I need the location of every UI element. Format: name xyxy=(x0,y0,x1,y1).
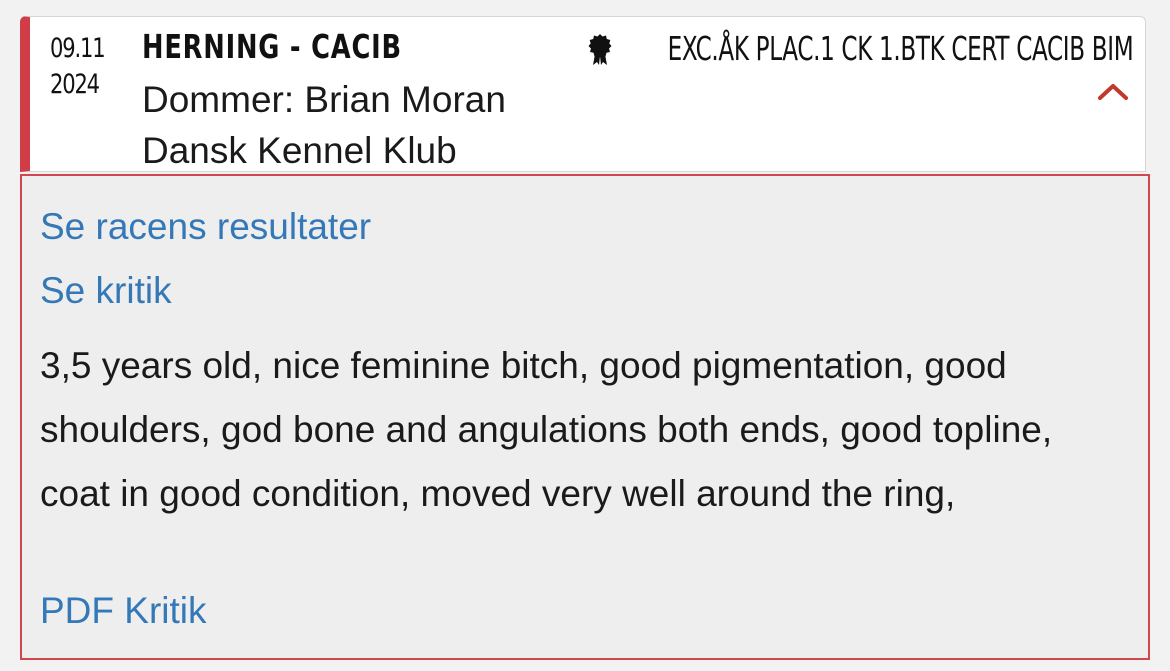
critique-text: 3,5 years old, nice feminine bitch, good… xyxy=(40,345,1053,514)
result-summary: EXC.ÅK PLAC.1 CK 1.BTK CERT CACIB BIM xyxy=(587,29,1133,68)
pdf-critique-link[interactable]: PDF Kritik xyxy=(40,590,207,632)
breed-results-link[interactable]: Se racens resultater xyxy=(40,206,371,248)
rosette-icon xyxy=(588,33,612,65)
show-title: HERNING - CACIB xyxy=(142,27,402,66)
club-name: Dansk Kennel Klub xyxy=(142,130,457,171)
critique-link[interactable]: Se kritik xyxy=(40,270,172,312)
judge-name: Dommer: Brian Moran xyxy=(142,79,506,120)
show-date-year: 2024 xyxy=(50,69,100,100)
show-date: 09.11 2024 xyxy=(50,31,106,103)
show-entry-card[interactable]: 09.11 2024 HERNING - CACIB Dommer: Brian… xyxy=(20,16,1146,172)
details-panel: Se racens resultater Se kritik 3,5 years… xyxy=(20,174,1150,660)
result-text: EXC.ÅK PLAC.1 CK 1.BTK CERT CACIB BIM xyxy=(667,29,1133,68)
chevron-up-icon[interactable] xyxy=(1097,79,1129,103)
show-date-day-month: 09.11 xyxy=(50,33,106,64)
